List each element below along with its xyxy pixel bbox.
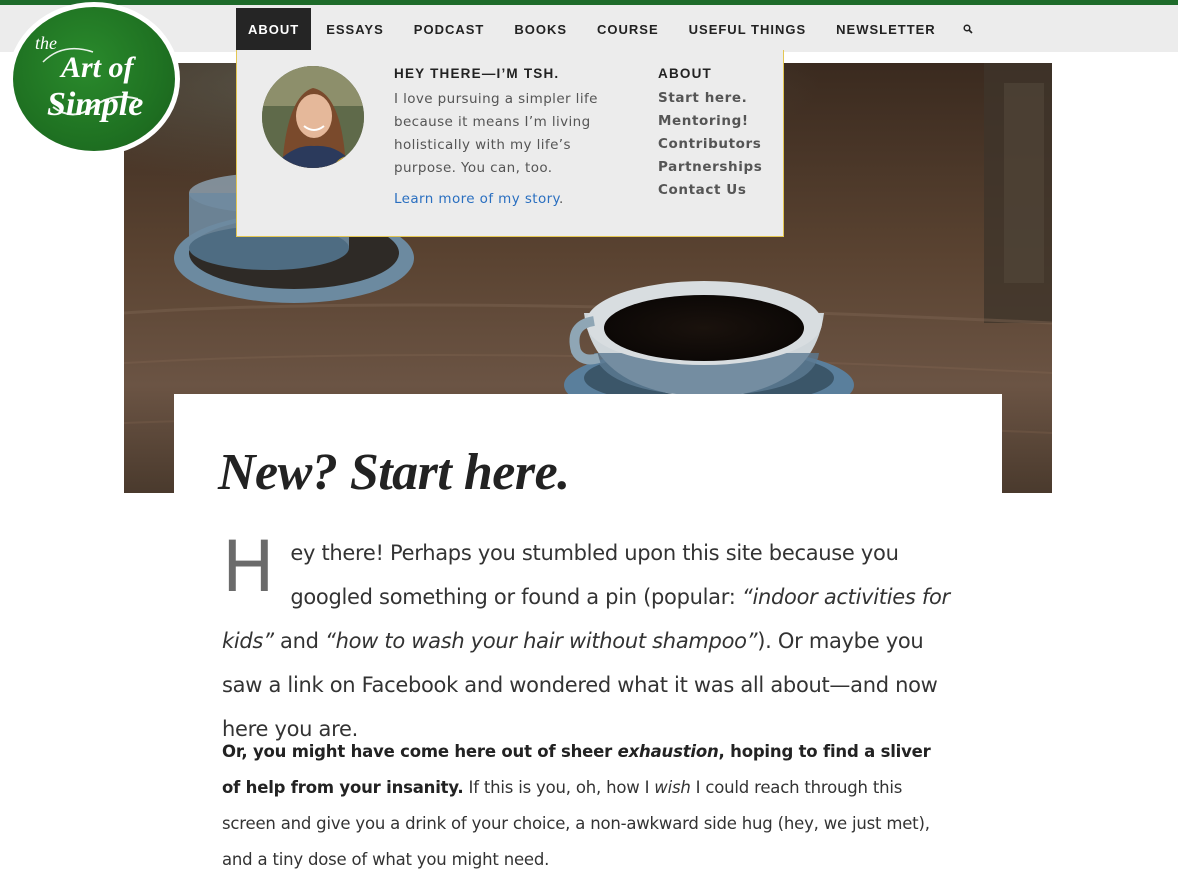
learn-more-line: Learn more of my story. [394,191,564,207]
para2-em: wish [654,778,691,797]
nav-podcast[interactable]: PODCAST [399,8,500,50]
about-heading: ABOUT [658,66,712,81]
about-link-mentoring[interactable]: Mentoring! [658,113,762,136]
nav-useful-things[interactable]: USEFUL THINGS [674,8,822,50]
para2-bold-1: Or, you might have come here out of shee… [222,742,618,761]
lead-quote-2: “how to wash your hair without shampoo” [325,629,758,653]
about-link-start-here[interactable]: Start here. [658,90,762,113]
about-links: Start here. Mentoring! Contributors Part… [658,90,762,205]
author-avatar [262,66,364,168]
about-link-partnerships[interactable]: Partnerships [658,159,762,182]
svg-text:Art of: Art of [59,51,137,84]
learn-more-link[interactable]: Learn more of my story [394,191,559,207]
lead-text-2: and [273,629,326,653]
page-title: New? Start here. [218,444,570,501]
about-link-contributors[interactable]: Contributors [658,136,762,159]
learn-more-suffix: . [559,191,564,207]
nav-books[interactable]: BOOKS [499,8,582,50]
para2-text-1: If this is you, oh, how I [463,778,655,797]
about-link-contact-us[interactable]: Contact Us [658,182,762,205]
about-dropdown-menu: HEY THERE—I’M TSH. I love pursuing a sim… [236,50,784,237]
nav-course[interactable]: COURSE [582,8,674,50]
main-nav: ABOUT ESSAYS PODCAST BOOKS COURSE USEFUL… [236,8,985,50]
nav-about[interactable]: ABOUT [236,8,312,50]
svg-text:the: the [35,33,57,53]
intro-text: I love pursuing a simpler life because i… [394,91,598,176]
nav-newsletter[interactable]: NEWSLETTER [821,8,951,50]
lead-paragraph: Hey there! Perhaps you stumbled upon thi… [222,531,962,751]
nav-essays[interactable]: ESSAYS [311,8,399,50]
search-button[interactable] [951,8,985,50]
second-paragraph: Or, you might have come here out of shee… [222,734,952,878]
para2-bold-em: exhaustion [617,742,719,761]
intro-heading: HEY THERE—I’M TSH. [394,66,560,81]
logo-badge: the Art of Simple [13,7,175,151]
about-column: ABOUT Start here. Mentoring! Contributor… [658,66,762,205]
svg-text:Simple: Simple [47,86,143,123]
drop-cap: H [222,526,275,608]
site-logo[interactable]: the Art of Simple [8,2,180,156]
search-icon [963,24,973,34]
